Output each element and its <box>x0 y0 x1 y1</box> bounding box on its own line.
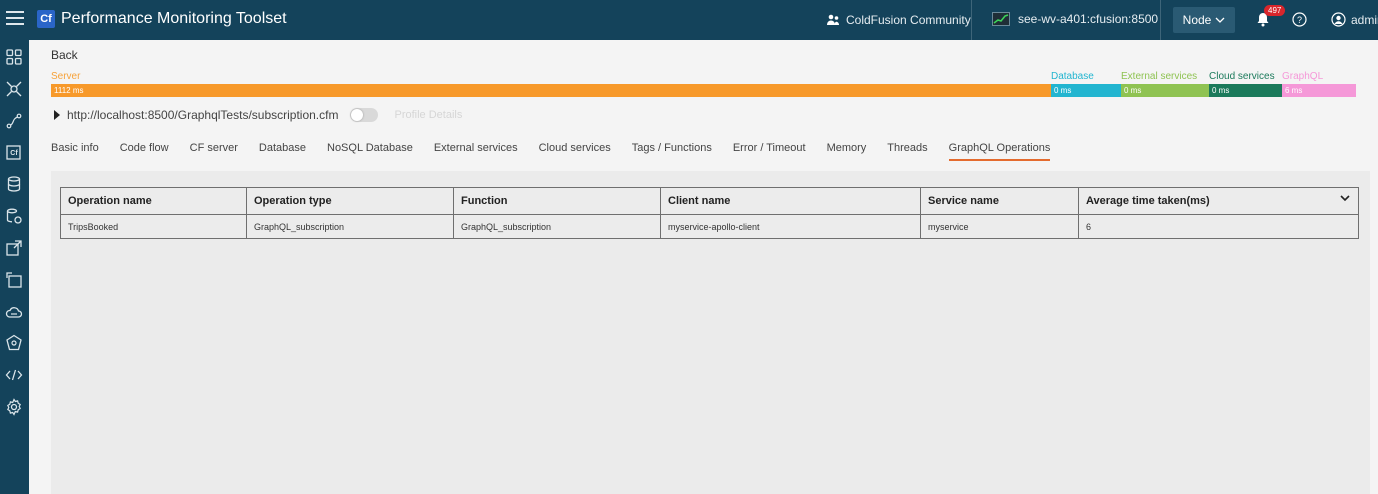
table-row[interactable]: TripsBooked GraphQL_subscription GraphQL… <box>60 214 1359 239</box>
legend-external-services: External services <box>1121 71 1198 82</box>
database-icon[interactable] <box>5 175 23 193</box>
profile-toggle[interactable] <box>350 108 379 122</box>
tab-graphql-operations[interactable]: GraphQL Operations <box>948 142 1051 161</box>
column-header[interactable]: Operation name <box>60 187 247 215</box>
column-header[interactable]: Operation type <box>246 187 454 215</box>
table-header-row: Operation name Operation type Function C… <box>60 187 1359 215</box>
tab-code-flow[interactable]: Code flow <box>120 142 169 161</box>
tab-error-timeout[interactable]: Error / Timeout <box>733 142 806 161</box>
tab-cf-server[interactable]: CF server <box>190 142 238 161</box>
table-cell: myservice-apollo-client <box>660 214 921 239</box>
user-icon <box>1331 12 1346 27</box>
datasource-icon[interactable] <box>5 207 23 225</box>
table-cell: GraphQL_subscription <box>453 214 661 239</box>
graphql-operations-panel: Operation name Operation type Function C… <box>51 171 1370 494</box>
node-label: Node <box>1182 13 1212 27</box>
topology-icon[interactable] <box>5 80 23 98</box>
server-selector[interactable]: see-wv-a401:cfusion:8500 <box>992 12 1158 26</box>
external-icon[interactable] <box>5 239 23 257</box>
svg-text:Cf: Cf <box>10 150 18 157</box>
tab-tags-functions[interactable]: Tags / Functions <box>632 142 712 161</box>
legend-cloud-services: Cloud services <box>1209 71 1275 82</box>
table-cell: 6 <box>1078 214 1359 239</box>
bar-graphql: 6 ms <box>1282 84 1356 97</box>
graphql-operations-table: Operation name Operation type Function C… <box>60 187 1359 239</box>
menu-icon[interactable] <box>6 11 24 25</box>
community-link[interactable]: ColdFusion Community <box>826 13 971 27</box>
notification-badge: 497 <box>1264 5 1286 16</box>
tab-nosql-database[interactable]: NoSQL Database <box>327 142 413 161</box>
table-cell: myservice <box>920 214 1079 239</box>
help-icon[interactable]: ? <box>1292 12 1307 27</box>
main-content: Back Server Database External services C… <box>29 40 1378 494</box>
tab-database[interactable]: Database <box>259 142 306 161</box>
time-breakdown-bar: 1112 ms 0 ms 0 ms 0 ms 6 ms <box>51 84 1356 97</box>
column-header[interactable]: Service name <box>920 187 1079 215</box>
cf-instance-icon[interactable]: Cf <box>5 143 23 161</box>
chevron-down-icon <box>1215 17 1225 23</box>
flow-icon[interactable] <box>5 112 23 130</box>
caret-right-icon[interactable] <box>53 110 61 120</box>
server-chart-icon <box>992 12 1010 26</box>
community-label: ColdFusion Community <box>846 13 971 27</box>
code-icon[interactable] <box>5 366 23 384</box>
bar-cloud-services: 0 ms <box>1209 84 1282 97</box>
table-cell: TripsBooked <box>60 214 247 239</box>
dashboard-icon[interactable] <box>5 48 23 66</box>
export-icon[interactable] <box>5 271 23 289</box>
tab-external-services[interactable]: External services <box>434 142 518 161</box>
divider <box>1160 0 1161 40</box>
column-header[interactable]: Function <box>453 187 661 215</box>
svg-text:?: ? <box>1297 15 1302 25</box>
legend-database: Database <box>1051 71 1094 82</box>
column-header[interactable]: Average time taken(ms) <box>1078 187 1359 215</box>
settings-icon[interactable] <box>5 398 23 416</box>
bar-database: 0 ms <box>1051 84 1121 97</box>
bar-server: 1112 ms <box>51 84 1051 97</box>
app-title: Performance Monitoring Toolset <box>61 10 287 27</box>
divider <box>971 0 972 40</box>
back-link[interactable]: Back <box>51 48 78 62</box>
community-icon <box>827 14 839 25</box>
node-dropdown[interactable]: Node <box>1173 7 1235 33</box>
legend-server: Server <box>51 71 81 82</box>
detail-tabs: Basic info Code flow CF server Database … <box>51 142 1071 161</box>
bar-external-services: 0 ms <box>1121 84 1209 97</box>
tab-memory[interactable]: Memory <box>827 142 867 161</box>
legend-graphql: GraphQL <box>1282 71 1324 82</box>
tab-threads[interactable]: Threads <box>887 142 927 161</box>
network-icon[interactable] <box>5 334 23 352</box>
column-header[interactable]: Client name <box>660 187 921 215</box>
url-row: http://localhost:8500/GraphqlTests/subsc… <box>53 108 462 122</box>
cf-logo: Cf <box>37 10 55 28</box>
tab-basic-info[interactable]: Basic info <box>51 142 99 161</box>
tab-cloud-services[interactable]: Cloud services <box>539 142 611 161</box>
profile-toggle-label: Profile Details <box>394 109 463 121</box>
table-cell: GraphQL_subscription <box>246 214 454 239</box>
user-name: admin <box>1351 12 1378 27</box>
server-label: see-wv-a401:cfusion:8500 <box>1018 12 1159 26</box>
request-url: http://localhost:8500/GraphqlTests/subsc… <box>67 108 339 122</box>
chevron-down-icon[interactable] <box>1340 195 1350 202</box>
sidebar: Cf <box>0 40 29 494</box>
top-bar: Cf Performance Monitoring Toolset ColdFu… <box>0 0 1378 40</box>
cloud-icon[interactable] <box>5 303 23 321</box>
user-menu[interactable]: admin <box>1331 12 1378 27</box>
